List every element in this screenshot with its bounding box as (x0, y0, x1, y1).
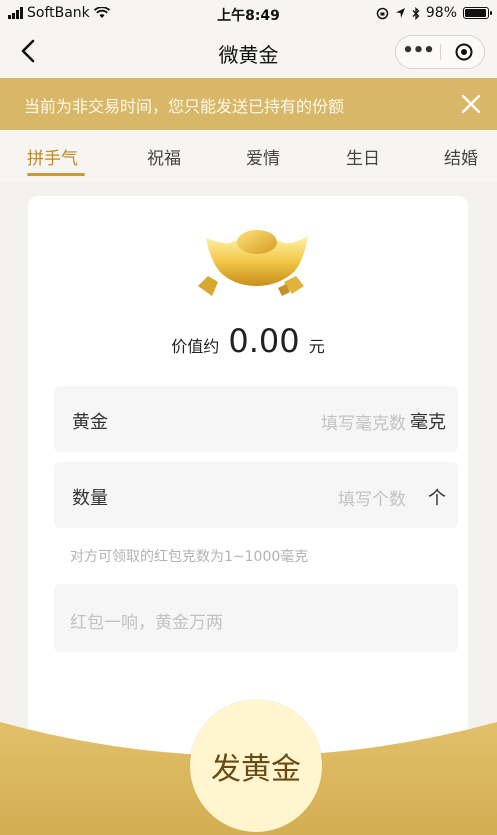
close-icon[interactable] (457, 90, 485, 118)
tab-love[interactable]: 爱情 (246, 144, 280, 169)
amount-hint: 对方可领取的红包克数为1~1000毫克 (70, 549, 309, 565)
notice-text: 当前为非交易时间，您只能发送已持有的份额 (24, 97, 345, 116)
capsule-divider (440, 44, 441, 60)
send-gold-button[interactable]: 发黄金 (190, 700, 322, 832)
value-display: 价值约 0.00 元 (28, 322, 468, 360)
status-right: 98% (376, 5, 492, 21)
value-prefix: 价值约 (171, 337, 220, 356)
notice-banner: 当前为非交易时间，您只能发送已持有的份额 (0, 78, 497, 130)
active-tab-indicator (27, 173, 85, 176)
gold-input-placeholder[interactable]: 填写毫克数 (321, 409, 406, 434)
quantity-input-placeholder[interactable]: 填写个数 (338, 485, 406, 510)
tab-wedding[interactable]: 结婚 (444, 144, 478, 169)
quantity-field[interactable]: 数量 填写个数 个 (54, 462, 458, 528)
battery-icon (463, 7, 492, 19)
tab-blessing[interactable]: 祝福 (147, 144, 181, 169)
message-field[interactable]: 红包一响，黄金万两 (54, 584, 458, 652)
gold-unit: 毫克 (410, 412, 446, 433)
quantity-label: 数量 (72, 488, 108, 509)
value-amount: 0.00 (228, 322, 300, 360)
category-tabs: 拼手气 祝福 爱情 生日 结婚 (0, 130, 497, 182)
status-bar: SoftBank 上午8:49 98% (0, 0, 497, 26)
gold-label: 黄金 (72, 412, 108, 433)
nav-bar: 微黄金 ••• (0, 26, 497, 78)
mini-program-capsule: ••• (395, 35, 485, 69)
message-placeholder[interactable]: 红包一响，黄金万两 (70, 608, 223, 633)
quantity-unit: 个 (428, 488, 446, 509)
value-unit: 元 (308, 337, 325, 356)
send-gold-label: 发黄金 (211, 752, 301, 787)
location-icon (395, 8, 405, 18)
tab-pinshouqi[interactable]: 拼手气 (27, 144, 78, 169)
rotation-lock-icon (376, 7, 389, 19)
battery-percent: 98% (425, 5, 457, 21)
bluetooth-icon (412, 6, 420, 20)
tab-birthday[interactable]: 生日 (346, 144, 380, 169)
gold-amount-field[interactable]: 黄金 填写毫克数 毫克 (54, 386, 458, 452)
gold-ingot-icon (198, 230, 308, 296)
more-icon[interactable]: ••• (396, 36, 440, 68)
close-miniprogram-icon[interactable] (455, 43, 473, 61)
